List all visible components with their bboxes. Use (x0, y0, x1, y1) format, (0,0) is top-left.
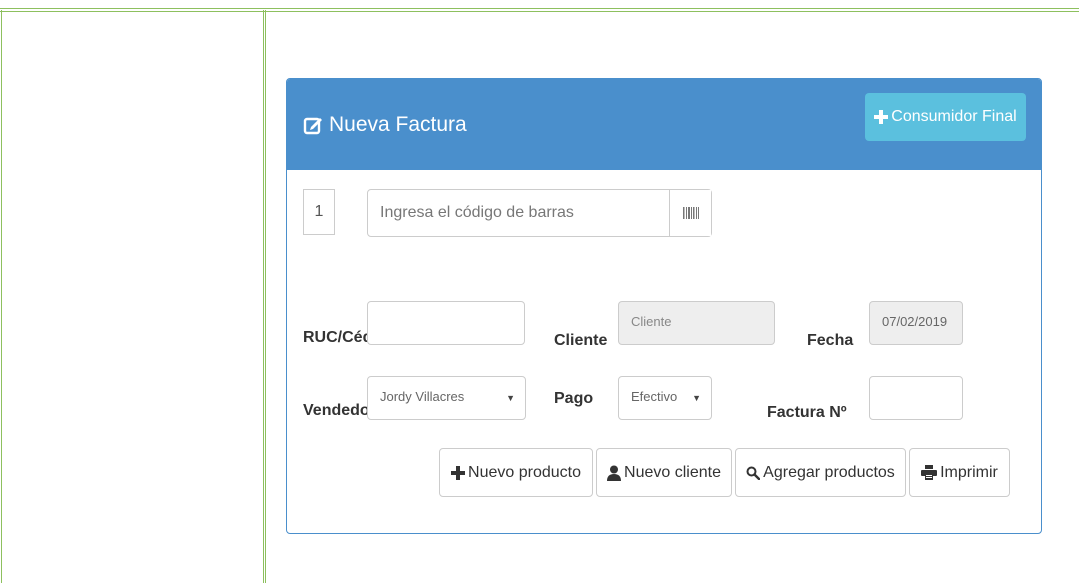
plus-icon (874, 110, 889, 124)
search-icon (746, 466, 761, 480)
fecha-value: 07/02/2019 (882, 314, 948, 329)
left-border-line (1, 10, 2, 583)
caret-down-icon: ▼ (692, 393, 701, 403)
factura-input[interactable] (869, 376, 963, 420)
vendedor-label: Vendedor (303, 402, 376, 419)
panel-title: Nueva Factura (303, 113, 467, 137)
nuevo-producto-label: Nuevo producto (468, 463, 581, 481)
barcode-input-group (367, 189, 712, 237)
agregar-productos-button[interactable]: Agregar productos (735, 448, 906, 497)
imprimir-button[interactable]: Imprimir (909, 448, 1010, 497)
edit-icon (303, 115, 323, 135)
fecha-label: Fecha (807, 332, 854, 349)
cliente-label: Cliente (554, 332, 608, 349)
barcode-icon[interactable] (669, 190, 711, 236)
vendedor-select[interactable]: Jordy Villacres ▼ (367, 376, 526, 420)
imprimir-label: Imprimir (940, 463, 998, 481)
cliente-placeholder: Cliente (631, 314, 672, 329)
ruc-input[interactable] (367, 301, 525, 345)
nuevo-cliente-label: Nuevo cliente (624, 463, 721, 481)
user-icon (607, 465, 622, 481)
quantity-value: 1 (314, 203, 324, 220)
vendedor-selected: Jordy Villacres (380, 389, 465, 404)
pago-label: Pago (554, 390, 594, 407)
nuevo-producto-button[interactable]: Nuevo producto (439, 448, 593, 497)
factura-label: Factura Nº (767, 404, 847, 421)
invoice-panel: Nueva Factura Consumidor Final 1 RUC/Céd… (286, 78, 1042, 534)
pago-selected: Efectivo (631, 389, 678, 404)
barcode-input[interactable] (368, 190, 669, 236)
panel-heading: Nueva Factura Consumidor Final (287, 79, 1041, 170)
nuevo-cliente-button[interactable]: Nuevo cliente (596, 448, 732, 497)
top-border-line (0, 8, 1079, 12)
consumidor-final-button[interactable]: Consumidor Final (865, 93, 1026, 141)
pago-select[interactable]: Efectivo ▼ (618, 376, 712, 420)
agregar-productos-label: Agregar productos (763, 463, 895, 481)
print-icon (921, 465, 938, 480)
caret-down-icon: ▼ (506, 393, 515, 403)
plus-icon (451, 465, 466, 480)
panel-title-text: Nueva Factura (329, 113, 467, 136)
fecha-input[interactable]: 07/02/2019 (869, 301, 963, 345)
quantity-field[interactable]: 1 (303, 189, 335, 235)
consumidor-final-label: Consumidor Final (891, 108, 1017, 125)
sidebar-divider (263, 10, 266, 583)
cliente-input[interactable]: Cliente (618, 301, 775, 345)
